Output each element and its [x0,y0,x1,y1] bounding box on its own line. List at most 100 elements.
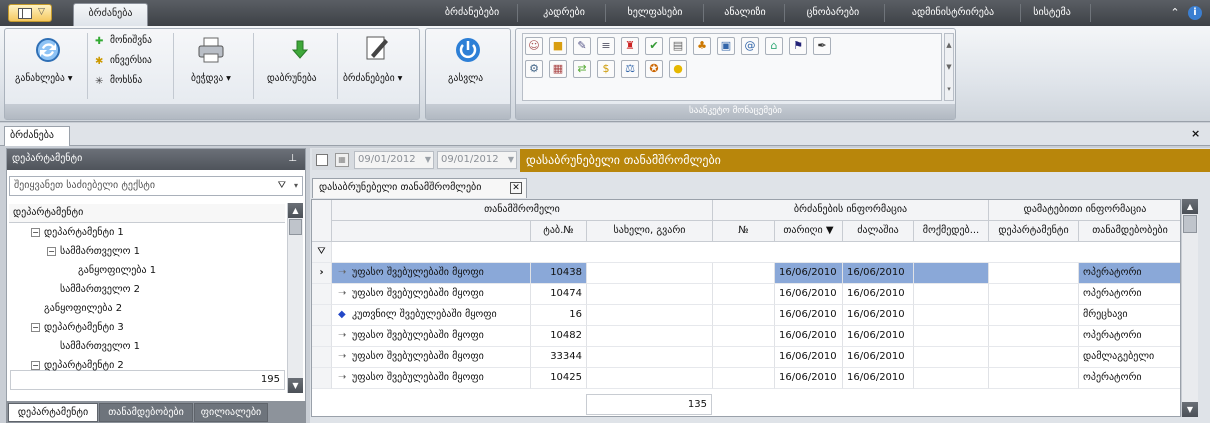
department-cell[interactable] [989,263,1079,284]
document-icon[interactable]: ≡ [597,37,615,55]
tab-salaries[interactable]: ხელფასები [612,0,698,26]
tree-node[interactable]: დეპარტამენტი 1 [44,223,124,242]
refresh-button[interactable]: განახლება ▾ [15,73,73,84]
col-tab-number[interactable]: ტაბ.№ [531,221,587,242]
row-indicator[interactable] [312,347,332,368]
tree-column-header[interactable]: დეპარტამენტი [9,204,285,223]
date-cell[interactable]: 16/06/2010 [775,284,843,305]
medal-icon[interactable]: ✪ [645,60,663,78]
date-filter-checkbox[interactable] [316,154,328,166]
filter-row[interactable] [332,242,1180,263]
close-icon[interactable]: × [1191,127,1200,140]
full-name-cell[interactable] [587,347,713,368]
tree-expand-icon[interactable]: − [31,323,40,332]
date-cell[interactable]: 16/06/2010 [775,326,843,347]
valid-date-cell[interactable]: 16/06/2010 [843,284,914,305]
valid-date-cell[interactable]: 16/06/2010 [843,347,914,368]
tab-staff[interactable]: კადრები [528,0,600,26]
scroll-up-icon[interactable]: ▲ [288,203,303,218]
tab-orders[interactable]: ბრძანებები [432,0,512,26]
col-department[interactable]: დეპარტამენტი [989,221,1079,242]
tab-number-cell[interactable]: 10482 [531,326,587,347]
valid-date-cell[interactable]: 16/06/2010 [843,368,914,389]
row-indicator[interactable] [312,326,332,347]
help-icon[interactable]: i [1188,6,1202,20]
deselect-button[interactable]: მოხსნა [110,75,142,86]
status-cell[interactable]: კუთვნილ შვებულებაში მყოფი ◆ [332,305,531,326]
email-icon[interactable]: @ [741,37,759,55]
valid-date-cell[interactable]: 16/06/2010 [843,305,914,326]
select-all-button[interactable]: მონიშვნა [110,35,152,46]
calendar-icon[interactable]: ▦ [335,153,349,167]
tab-references[interactable]: ცნობარები [792,0,874,26]
position-cell[interactable]: მრეცხავი [1079,305,1180,326]
date-cell[interactable]: 16/06/2010 [775,347,843,368]
date-to-input[interactable]: 09/01/2012 ▼ [437,151,517,169]
tab-number-cell[interactable]: 10474 [531,284,587,305]
calendar-icon[interactable]: ▦ [549,60,567,78]
tree-node[interactable]: განყოფილება 2 [44,299,122,318]
department-cell[interactable] [989,305,1079,326]
action-cell[interactable] [914,326,989,347]
order-number-cell[interactable] [713,305,775,326]
full-name-cell[interactable] [587,284,713,305]
department-search-input[interactable]: შეიყვანეთ საძიებელი ტექსტი ⛛ ▾ [9,176,303,196]
pen-icon[interactable]: ✒ [813,37,831,55]
full-name-cell[interactable] [587,326,713,347]
scale-icon[interactable]: ⚖ [621,60,639,78]
col-action[interactable]: მოქმედებ... [914,221,989,242]
department-cell[interactable] [989,326,1079,347]
order-number-cell[interactable] [713,326,775,347]
order-number-cell[interactable] [713,263,775,284]
tree-node[interactable]: სამმართველო 2 [60,280,140,299]
action-cell[interactable] [914,263,989,284]
action-cell[interactable] [914,284,989,305]
status-cell[interactable]: უფასო შვებულებაში მყოფი ➝ [332,284,531,305]
tab-analysis[interactable]: ანალიზი [712,0,778,26]
pin-icon[interactable]: ⊥ [288,149,297,169]
action-cell[interactable] [914,347,989,368]
tree-expand-icon[interactable]: − [31,228,40,237]
bottom-tab-positions[interactable]: თანამდებობები [99,403,193,422]
money-icon[interactable]: $ [597,60,615,78]
department-cell[interactable] [989,368,1079,389]
print-button[interactable]: ბეჭდვა ▾ [191,73,231,84]
position-cell[interactable]: ოპერატორი [1079,368,1180,389]
col-valid[interactable]: ძალაშია [843,221,914,242]
row-indicator[interactable] [312,368,332,389]
col-date[interactable]: თარიღი ▼ [775,221,843,242]
scroll-down-icon[interactable]: ▼ [288,378,303,393]
invert-selection-button[interactable]: ინვერსია [110,55,152,66]
tab-system[interactable]: სისტემა [1025,0,1079,26]
date-cell[interactable]: 16/06/2010 [775,368,843,389]
date-from-input[interactable]: 09/01/2012 ▼ [354,151,434,169]
position-cell[interactable]: ოპერატორი [1079,263,1180,284]
col-order-number[interactable]: № [713,221,775,242]
order-number-cell[interactable] [713,284,775,305]
department-cell[interactable] [989,347,1079,368]
order-number-cell[interactable] [713,368,775,389]
coin-icon[interactable]: ● [669,60,687,78]
orders-dropdown-button[interactable]: ბრძანებები ▾ [343,73,402,84]
scroll-down-icon[interactable]: ▼ [1182,402,1198,417]
exit-button[interactable]: გასვლა [448,73,483,84]
status-cell[interactable]: უფასო შვებულებაში მყოფი ➝ [332,326,531,347]
app-menu-button[interactable]: ▽ [8,4,52,22]
home-icon[interactable]: ⌂ [765,37,783,55]
document-tab-order[interactable]: ბრძანება [4,126,70,146]
tree-node[interactable]: დეპარტამენტი 3 [44,318,124,337]
col-position[interactable]: თანამდებობები [1079,221,1180,242]
flag-icon[interactable]: ⚑ [789,37,807,55]
full-name-cell[interactable] [587,305,713,326]
tree-node[interactable]: დეპარტამენტი 2 [44,356,124,375]
checklist-icon[interactable]: ✔ [645,37,663,55]
row-indicator[interactable]: › [312,263,332,284]
scroll-up-icon[interactable]: ▲ [1182,199,1198,214]
position-cell[interactable]: ოპერატორი [1079,284,1180,305]
tree-node[interactable]: სამმართველო 1 [60,337,140,356]
full-name-cell[interactable] [587,263,713,284]
action-cell[interactable] [914,368,989,389]
tab-number-cell[interactable]: 10425 [531,368,587,389]
tools-icon[interactable]: ✎ [573,37,591,55]
people-icon[interactable]: ♣ [693,37,711,55]
